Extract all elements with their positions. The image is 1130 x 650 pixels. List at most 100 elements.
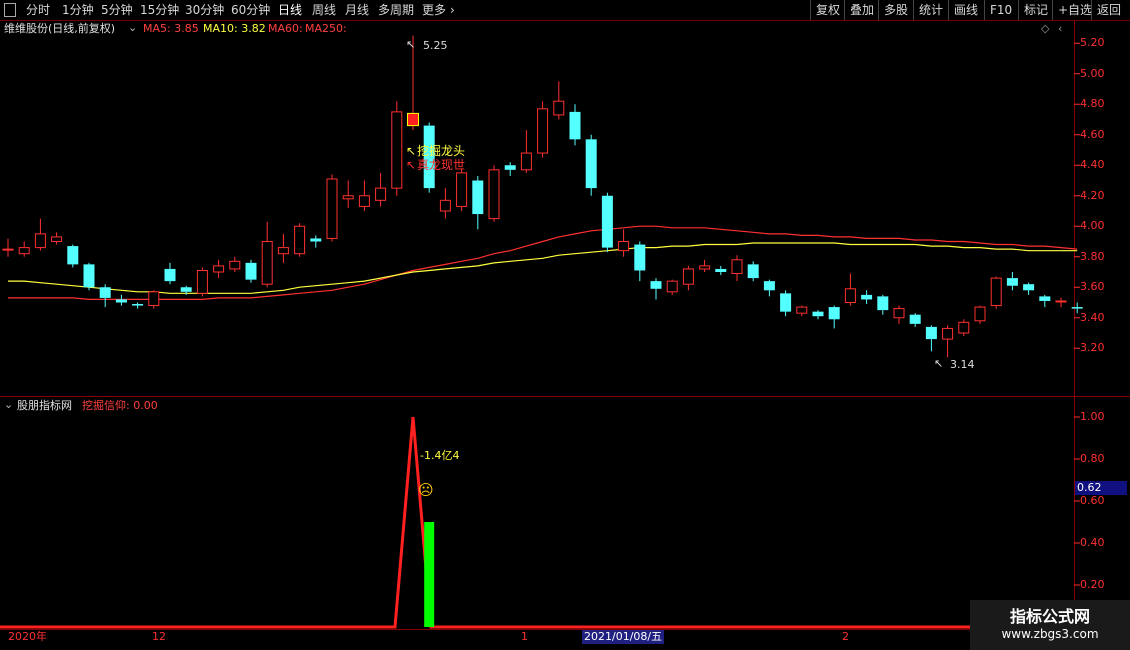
price-tick-label: 4.40 (1080, 158, 1105, 172)
candle-body (488, 169, 500, 220)
candle (148, 290, 160, 309)
candle-body (780, 293, 792, 312)
candle (909, 313, 921, 327)
candle-body (844, 288, 856, 303)
candle (812, 310, 824, 320)
candle (553, 81, 565, 120)
candle-body (974, 306, 986, 322)
candle-body (375, 187, 387, 201)
candle-body (358, 195, 370, 207)
indicator-tick-label: 0.20 (1080, 578, 1105, 591)
cursor-date: 2021/01/08/五 (582, 630, 665, 644)
candle (326, 174, 338, 242)
candle (213, 259, 225, 279)
xaxis-month-1: 1 (521, 630, 528, 643)
candle-body (666, 280, 678, 293)
candle (488, 165, 500, 222)
candle (2, 238, 14, 257)
candle-body-signal (407, 112, 419, 127)
candle-body (229, 260, 241, 270)
watermark-logo: 指标公式网 www.zbgs3.com (970, 600, 1130, 650)
candle (472, 175, 484, 230)
candle-body (196, 269, 208, 294)
candle (67, 244, 79, 268)
candle-body (1055, 300, 1067, 303)
candle-body (569, 111, 581, 140)
candle (115, 294, 127, 306)
candle-body (1071, 307, 1083, 309)
candle-body (634, 244, 646, 271)
logo-title: 指标公式网 (1009, 607, 1090, 626)
candle-body (99, 287, 111, 298)
candle (1006, 272, 1018, 291)
candle-body (537, 108, 549, 154)
candle (796, 305, 808, 317)
candle (132, 302, 144, 309)
candle-body (504, 165, 516, 170)
candle-body (83, 264, 95, 288)
indicator-tick-label: 0.40 (1080, 536, 1105, 549)
candle-body (148, 291, 160, 307)
indicator-annotation: -1.4亿4 (420, 449, 460, 462)
candle (83, 262, 95, 291)
candle-body (115, 299, 127, 303)
candle-body (34, 233, 46, 249)
candle (893, 305, 905, 324)
candle (520, 130, 532, 173)
candle-body (553, 100, 565, 116)
candle-body (245, 262, 257, 280)
price-tick-label: 3.40 (1080, 310, 1105, 324)
candle-body (650, 281, 662, 289)
candle (861, 290, 873, 305)
candle (763, 279, 775, 297)
candle (456, 168, 468, 211)
candle-body (472, 180, 484, 215)
candle (1023, 282, 1035, 295)
candle-body (277, 247, 289, 255)
candle (391, 101, 403, 196)
candle-body (601, 195, 613, 248)
price-tick-label: 4.80 (1080, 97, 1105, 111)
candle (1055, 297, 1067, 308)
candle-body (828, 307, 840, 320)
candle (375, 172, 387, 207)
candle (51, 232, 63, 245)
candle (715, 265, 727, 276)
indicator-tick-label: 0.60 (1080, 494, 1105, 507)
candle (601, 192, 613, 253)
candle-body (861, 294, 873, 300)
sad-face-icon: ☹ (418, 481, 434, 499)
candle (666, 279, 678, 295)
candle (18, 241, 30, 257)
candle (504, 162, 516, 176)
candle-body (763, 281, 775, 291)
candle-body (520, 152, 532, 171)
candle-body (67, 246, 79, 265)
kline-chart[interactable] (0, 0, 1130, 650)
indicator-tick-label: 1.00 (1080, 410, 1105, 423)
candle (731, 255, 743, 282)
high-arrow-icon: ↖ (406, 38, 416, 51)
ma-yellow-line (8, 242, 1078, 294)
current-value-box: 0.62 (1075, 481, 1127, 495)
candle (828, 305, 840, 329)
low-price-label: 3.14 (950, 358, 975, 371)
candle (990, 276, 1002, 309)
candle-body (180, 287, 192, 292)
candle (1039, 294, 1051, 308)
candle (294, 223, 306, 257)
price-tick-label: 4.00 (1080, 219, 1105, 233)
candle-body (164, 268, 176, 282)
candle-body (294, 225, 306, 255)
candle-body (715, 268, 727, 272)
candle (439, 188, 451, 219)
candle-body (2, 248, 14, 251)
candle-body (1039, 296, 1051, 301)
candle (844, 273, 856, 306)
candle (229, 256, 241, 272)
candle-body (1023, 284, 1035, 291)
ma-red-line (8, 225, 1078, 300)
candle (245, 259, 257, 283)
price-tick-label: 3.60 (1080, 280, 1105, 294)
price-tick-label: 5.20 (1080, 36, 1105, 50)
